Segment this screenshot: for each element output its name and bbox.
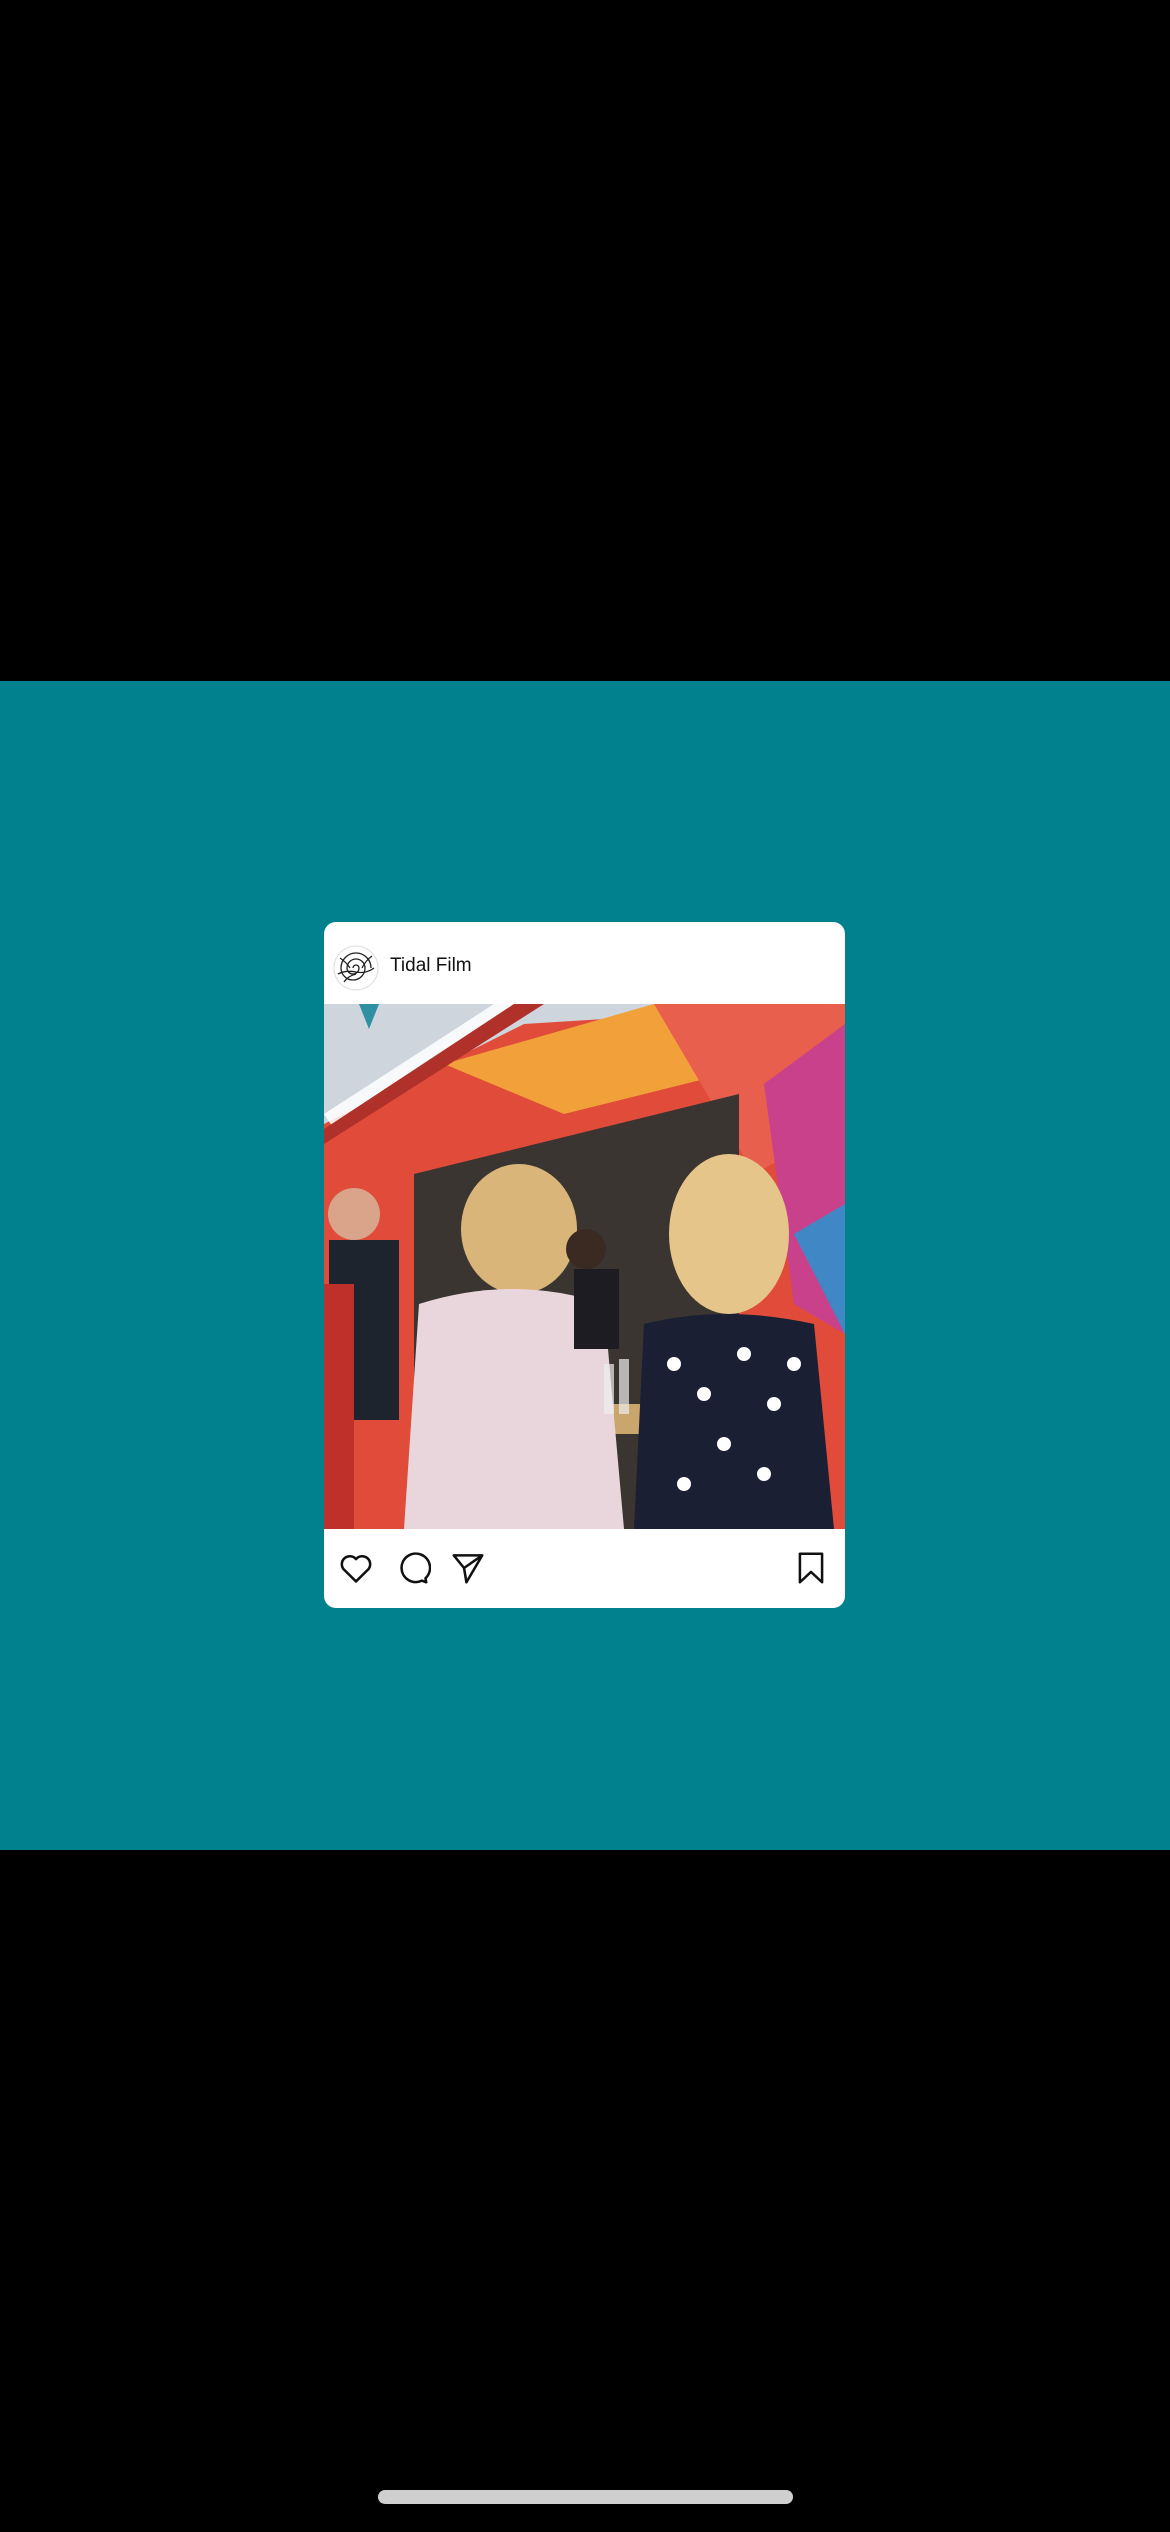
- post-header: Tidal Film: [324, 922, 845, 1004]
- post-photo-illustration: [324, 1004, 845, 1529]
- spiral-logo-icon[interactable]: [332, 944, 380, 992]
- post-card: Tidal Film: [324, 922, 845, 1608]
- screen: Tidal Film: [0, 0, 1170, 2532]
- post-username[interactable]: Tidal Film: [390, 956, 472, 975]
- comment-bubble-icon[interactable]: [393, 1549, 431, 1587]
- paper-plane-icon[interactable]: [449, 1549, 487, 1587]
- home-indicator[interactable]: [378, 2490, 793, 2504]
- post-photo[interactable]: [324, 1004, 845, 1529]
- post-action-bar: [324, 1529, 845, 1608]
- heart-icon[interactable]: [337, 1549, 375, 1587]
- bookmark-icon[interactable]: [792, 1549, 830, 1587]
